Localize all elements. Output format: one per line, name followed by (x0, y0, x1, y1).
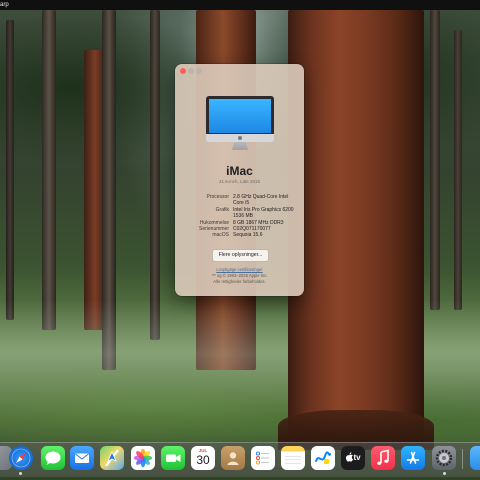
spec-value: Sequoia 15.6 (233, 232, 263, 239)
video-camera-icon (166, 454, 181, 462)
wallpaper-tree (454, 30, 462, 310)
apple-logo-icon (238, 136, 242, 140)
imac-screen (206, 96, 274, 138)
speech-bubble-icon (45, 451, 61, 465)
wallpaper-tree (6, 20, 14, 320)
envelope-icon (75, 453, 89, 463)
model-subtitle: 21.5-inch, Late 2015 (218, 179, 261, 184)
calendar-icon[interactable]: JUL 30 (191, 446, 215, 470)
imac-icon (206, 96, 274, 154)
spec-row-macos: macOS Sequoia 15.6 (181, 232, 299, 238)
messages-icon[interactable] (41, 446, 65, 470)
music-note-icon (377, 449, 389, 465)
mail-icon[interactable] (70, 446, 94, 470)
menu-bar: arp (0, 0, 480, 10)
checklist-icon (255, 451, 269, 465)
more-info-button[interactable]: Flere oplysninger... (212, 249, 269, 262)
music-icon[interactable] (371, 446, 395, 470)
compass-icon (11, 448, 31, 468)
spec-row-processor: Processor 2.8 GHz Quad-Core Intel Core i… (181, 194, 299, 207)
maps-icon[interactable] (100, 446, 124, 470)
app-store-icon[interactable] (401, 446, 425, 470)
dock-divider (462, 449, 463, 469)
about-this-mac-window: iMac 21.5-inch, Late 2015 Processor 2.8 … (175, 64, 304, 296)
wallpaper-tree (42, 10, 56, 330)
photos-icon[interactable] (131, 446, 155, 470)
tv-label: tv (353, 453, 361, 462)
spec-label: Processor (206, 194, 229, 200)
running-indicator (19, 472, 22, 475)
notes-icon[interactable] (281, 446, 305, 470)
spec-list: Processor 2.8 GHz Quad-Core Intel Core i… (181, 194, 299, 239)
wallpaper-tree (150, 10, 160, 340)
freeform-icon[interactable] (311, 446, 335, 470)
model-title: iMac (226, 164, 253, 178)
contacts-icon[interactable] (221, 446, 245, 470)
running-indicator (443, 472, 446, 475)
safari-icon[interactable] (9, 446, 33, 470)
wallpaper-tree (278, 10, 434, 450)
menu-bar-item[interactable]: arp (0, 0, 9, 10)
lined-paper-icon (285, 456, 301, 464)
app-store-a-icon (406, 451, 420, 464)
facetime-icon[interactable] (161, 446, 185, 470)
calendar-day: 30 (196, 453, 210, 467)
regulatory-certification-link[interactable]: Lovpligtige certificeringer (175, 267, 304, 272)
copyright-text: ™ og © 1983–2025 Apple Inc. Alle rettigh… (175, 273, 304, 284)
close-button[interactable] (180, 68, 186, 74)
zoom-button[interactable] (196, 68, 202, 74)
gear-icon (435, 449, 453, 467)
flower-icon (133, 448, 153, 468)
spec-row-graphics: Grafik Intel Iris Pro Graphics 6200 1536… (181, 207, 299, 220)
reminders-icon[interactable] (251, 446, 275, 470)
spec-label: macOS (212, 232, 229, 239)
minimize-button[interactable] (188, 68, 194, 74)
scribble-icon (315, 451, 331, 464)
spec-value: Intel Iris Pro Graphics 6200 1536 MB (233, 206, 294, 220)
map-arrow-icon (105, 449, 119, 467)
wallpaper-tree (430, 10, 440, 310)
imac-display (209, 99, 271, 133)
folder-icon[interactable] (470, 446, 480, 470)
spec-label: Grafik (215, 206, 229, 213)
person-icon (227, 452, 239, 465)
copyright-line: Alle rettigheder forbeholdes. (213, 278, 266, 284)
spec-value: 2.8 GHz Quad-Core Intel Core i5 (233, 194, 289, 207)
system-settings-icon[interactable] (432, 446, 456, 470)
apple-tv-icon[interactable]: tv (341, 446, 365, 470)
imac-stand (232, 142, 248, 150)
